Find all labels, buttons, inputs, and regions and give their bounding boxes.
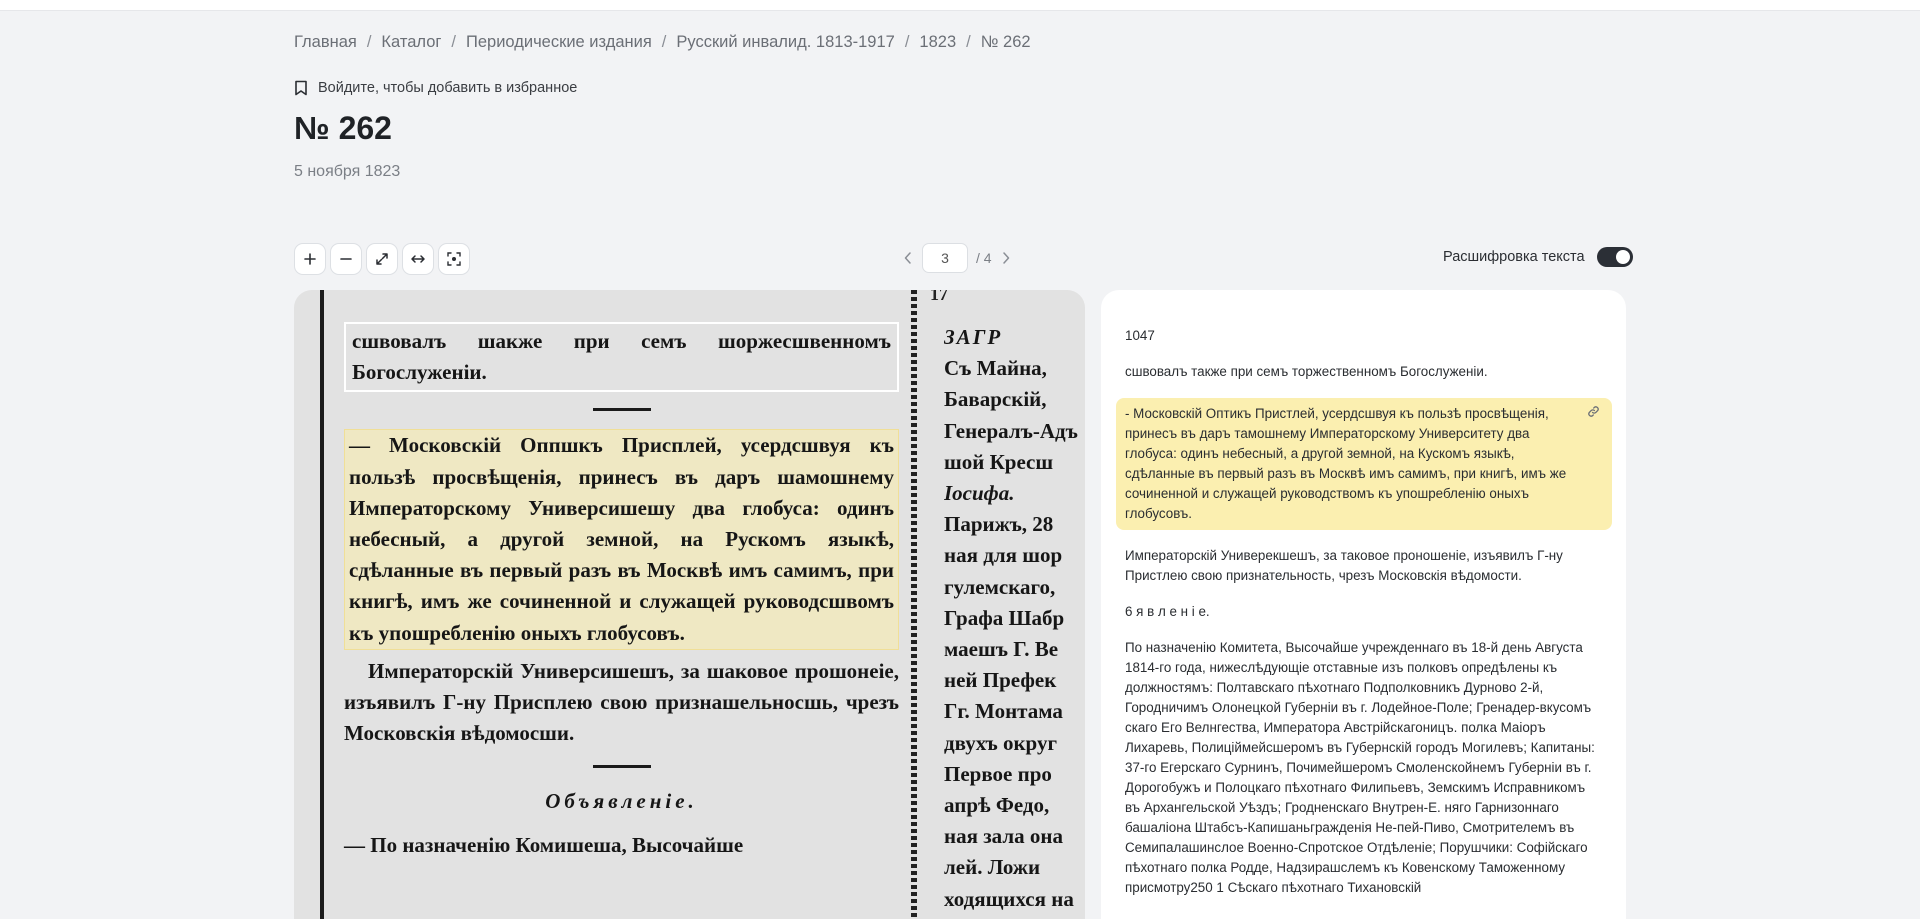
scan-line: двухъ округ (944, 730, 1057, 755)
transcription-panel: 1047 сшвовалъ также при семъ торжественн… (1101, 290, 1626, 919)
scan-line: ЗАГР (944, 325, 1003, 349)
zoom-in-button[interactable] (294, 243, 326, 275)
scan-column-1: сшвовалъ шакже при семъ шоржесшвенномъ Б… (344, 322, 899, 861)
scan-line: Iосифа. (944, 481, 1015, 506)
scan-left-border (320, 290, 324, 919)
page-number-input[interactable] (922, 243, 968, 273)
scan-line: Съ Майна, (944, 356, 1047, 381)
total-pages: / 4 (976, 250, 992, 266)
page-title: № 262 (294, 110, 392, 146)
transcription-toggle-group: Расшифровка текста (1443, 247, 1633, 267)
focus-icon (447, 252, 461, 266)
scan-rule (592, 765, 651, 769)
breadcrumb-year[interactable]: 1823 (919, 33, 956, 52)
chevron-right-icon (1002, 252, 1009, 264)
horizontal-arrows-icon (411, 255, 425, 263)
transcription-label: Расшифровка текста (1443, 249, 1585, 265)
transcription-content: 1047 сшвовалъ также при семъ торжественн… (1116, 326, 1612, 914)
scan-text-block-highlighted[interactable]: — Московскiй Оппшкъ Присплей, усердсшвуя… (344, 429, 899, 650)
issue-date: 5 ноября 1823 (294, 163, 401, 180)
breadcrumb-catalog[interactable]: Каталог (381, 33, 441, 52)
transcription-block[interactable]: Императорскiй Универекшешъ, за таковое п… (1125, 546, 1595, 586)
top-header-bar (0, 0, 1920, 11)
newspaper-scan-image[interactable]: 17 сшвовалъ шакже при семъ шоржесшвенном… (294, 290, 1085, 919)
scan-line: ходящихся на (944, 886, 1074, 911)
column-divider (911, 290, 917, 919)
scan-line: Графа Шабр (944, 605, 1065, 630)
transcription-block[interactable]: 6 я в л е н i е. (1125, 602, 1595, 622)
breadcrumb-current-issue: № 262 (980, 33, 1031, 51)
transcription-block-active[interactable]: - Московскiй Оптикъ Пристлей, усердсшвуя… (1116, 398, 1612, 530)
plus-icon (304, 253, 316, 265)
fit-page-button[interactable] (438, 243, 470, 275)
transcription-block[interactable]: сшвовалъ также при семъ торжественномъ Б… (1125, 362, 1595, 382)
link-icon[interactable] (1587, 405, 1600, 418)
page-navigator: / 4 (902, 243, 1012, 273)
scan-rule (592, 408, 651, 412)
scan-column-2: ЗАГР Съ Майна, Баварскiй, Генералъ-Адъ ш… (944, 322, 1085, 915)
scan-line: Генералъ-Адъ (944, 418, 1078, 443)
add-to-favorites-label: Войдите, чтобы добавить в избранное (318, 80, 578, 96)
transcription-block[interactable]: По назначенiю Комитета, Высочайше учрежд… (1125, 638, 1595, 898)
breadcrumb-separator: / (451, 33, 456, 51)
scan-text-block[interactable]: Императорскiй Универсишешъ, за шаковое п… (344, 656, 899, 750)
toggle-knob (1615, 250, 1630, 264)
transcription-block-text: - Московскiй Оптикъ Пристлей, усердсшвуя… (1125, 406, 1567, 521)
scan-line: Парижъ, 28 (944, 512, 1054, 537)
scan-text-block[interactable]: сшвовалъ шакже при семъ шоржесшвенномъ Б… (344, 322, 899, 393)
breadcrumb-periodicals[interactable]: Периодические издания (466, 33, 652, 52)
scan-line: ней Префек (944, 668, 1057, 693)
transcription-page-number: 1047 (1125, 328, 1155, 343)
fit-width-button[interactable] (402, 243, 434, 275)
scan-line: гулемскаго, (944, 574, 1056, 599)
breadcrumb-publication[interactable]: Русский инвалид. 1813-1917 (676, 33, 894, 52)
minus-icon (340, 258, 352, 260)
breadcrumb-separator: / (966, 33, 971, 51)
scan-line: ная для шор (944, 543, 1063, 568)
breadcrumb-separator: / (661, 33, 667, 51)
scan-line: шой Кресш (944, 449, 1054, 474)
fullscreen-button[interactable] (366, 243, 398, 275)
scan-line: Баварскiй, (944, 387, 1047, 412)
add-to-favorites-link[interactable]: Войдите, чтобы добавить в избранное (294, 80, 577, 96)
next-page-button[interactable] (1000, 250, 1012, 266)
scan-line: лей. Ложи (944, 855, 1041, 880)
expand-icon (376, 253, 388, 265)
scan-page-number: 17 (930, 290, 948, 304)
scan-text-block[interactable]: — По назначенiю Комишеша, Высочайше (344, 830, 899, 861)
breadcrumb-home[interactable]: Главная (294, 33, 357, 52)
zoom-out-button[interactable] (330, 243, 362, 275)
scan-line: апрѣ Федо, (944, 793, 1050, 818)
scan-line: Гг. Монтама (944, 699, 1063, 724)
scan-line: Первое про (944, 761, 1052, 786)
scan-heading[interactable]: Объявленiе. (344, 786, 899, 817)
breadcrumb-separator: / (366, 33, 372, 51)
previous-page-button[interactable] (902, 250, 914, 266)
scan-line: ная зала она (944, 824, 1063, 849)
breadcrumb: Главная / Каталог / Периодические издани… (294, 33, 1031, 52)
scan-line: маешъ Г. Ве (944, 637, 1059, 662)
chevron-left-icon (904, 252, 911, 264)
document-viewer[interactable]: 17 сшвовалъ шакже при семъ шоржесшвенном… (294, 290, 1085, 919)
viewer-toolbar (294, 243, 470, 275)
transcription-toggle[interactable] (1596, 247, 1633, 267)
bookmark-icon (295, 80, 307, 96)
breadcrumb-separator: / (904, 33, 910, 51)
